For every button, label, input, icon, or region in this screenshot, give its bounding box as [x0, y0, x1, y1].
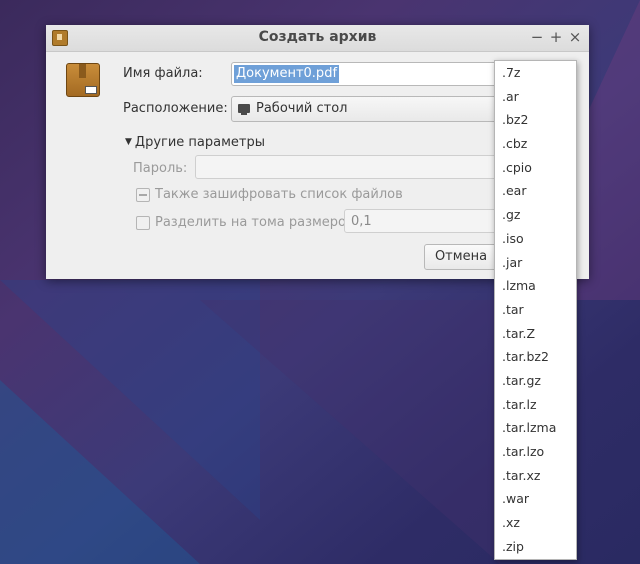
- extension-menu-item[interactable]: .gz: [495, 203, 576, 227]
- extension-menu-item[interactable]: .tar.xz: [495, 464, 576, 488]
- extension-menu-item[interactable]: .7z: [495, 61, 576, 85]
- more-options-expander[interactable]: ▼ Другие параметры: [125, 135, 265, 150]
- close-button[interactable]: ×: [567, 28, 583, 46]
- extension-menu-item[interactable]: .ar: [495, 85, 576, 109]
- minimize-button[interactable]: −: [529, 28, 545, 46]
- extension-menu-item[interactable]: .tar: [495, 298, 576, 322]
- extension-menu-item[interactable]: .cbz: [495, 132, 576, 156]
- volume-size-value: 0,1: [351, 214, 372, 229]
- location-label: Расположение:: [123, 101, 228, 116]
- maximize-button[interactable]: +: [548, 28, 564, 46]
- cancel-button[interactable]: Отмена: [424, 244, 498, 270]
- filename-label: Имя файла:: [123, 66, 203, 81]
- split-volumes-label: Разделить на тома размером: [155, 215, 356, 230]
- split-volumes-checkbox[interactable]: [136, 216, 150, 230]
- password-input[interactable]: [195, 155, 499, 179]
- extension-menu-item[interactable]: .tar.lz: [495, 393, 576, 417]
- filename-input[interactable]: Документ0.pdf: [231, 62, 503, 86]
- volume-size-input[interactable]: 0,1: [344, 209, 499, 233]
- window-title: Создать архив: [258, 29, 377, 45]
- wallpaper-shape: [200, 300, 500, 564]
- encrypt-file-list-label: Также зашифровать список файлов: [155, 187, 403, 202]
- desktop-icon: [238, 104, 250, 115]
- extension-menu-item[interactable]: .bz2: [495, 108, 576, 132]
- extension-menu-item[interactable]: .tar.Z: [495, 322, 576, 346]
- titlebar[interactable]: Создать архив − + ×: [46, 25, 589, 52]
- password-label: Пароль:: [133, 161, 188, 176]
- extension-menu-item[interactable]: .tar.gz: [495, 369, 576, 393]
- extension-menu-item[interactable]: .tar.lzo: [495, 440, 576, 464]
- extension-menu-item[interactable]: .jar: [495, 251, 576, 275]
- extension-menu-item[interactable]: .tar.lzma: [495, 416, 576, 440]
- extension-menu-item[interactable]: .war: [495, 487, 576, 511]
- encrypt-file-list-checkbox[interactable]: [136, 188, 150, 202]
- extension-menu-item[interactable]: .cpio: [495, 156, 576, 180]
- more-options-label: Другие параметры: [134, 135, 266, 150]
- extension-menu-item[interactable]: .zip: [495, 535, 576, 559]
- location-chooser-button[interactable]: Рабочий стол: [231, 96, 499, 122]
- filename-selected-text: Документ0.pdf: [234, 65, 340, 83]
- extension-menu-item[interactable]: .iso: [495, 227, 576, 251]
- extension-menu-item[interactable]: .ear: [495, 179, 576, 203]
- expander-arrow-icon: ▼: [125, 137, 132, 147]
- extension-menu-item[interactable]: .xz: [495, 511, 576, 535]
- extension-menu-item[interactable]: .tar.bz2: [495, 345, 576, 369]
- wallpaper-shape: [0, 380, 200, 564]
- archive-package-icon: [66, 63, 100, 97]
- extension-dropdown-menu: .7z .ar .bz2 .cbz .cpio .ear .gz .iso .jar .lzma.…: [494, 60, 577, 560]
- extension-menu-item[interactable]: .lzma: [495, 274, 576, 298]
- location-value: Рабочий стол: [256, 101, 348, 116]
